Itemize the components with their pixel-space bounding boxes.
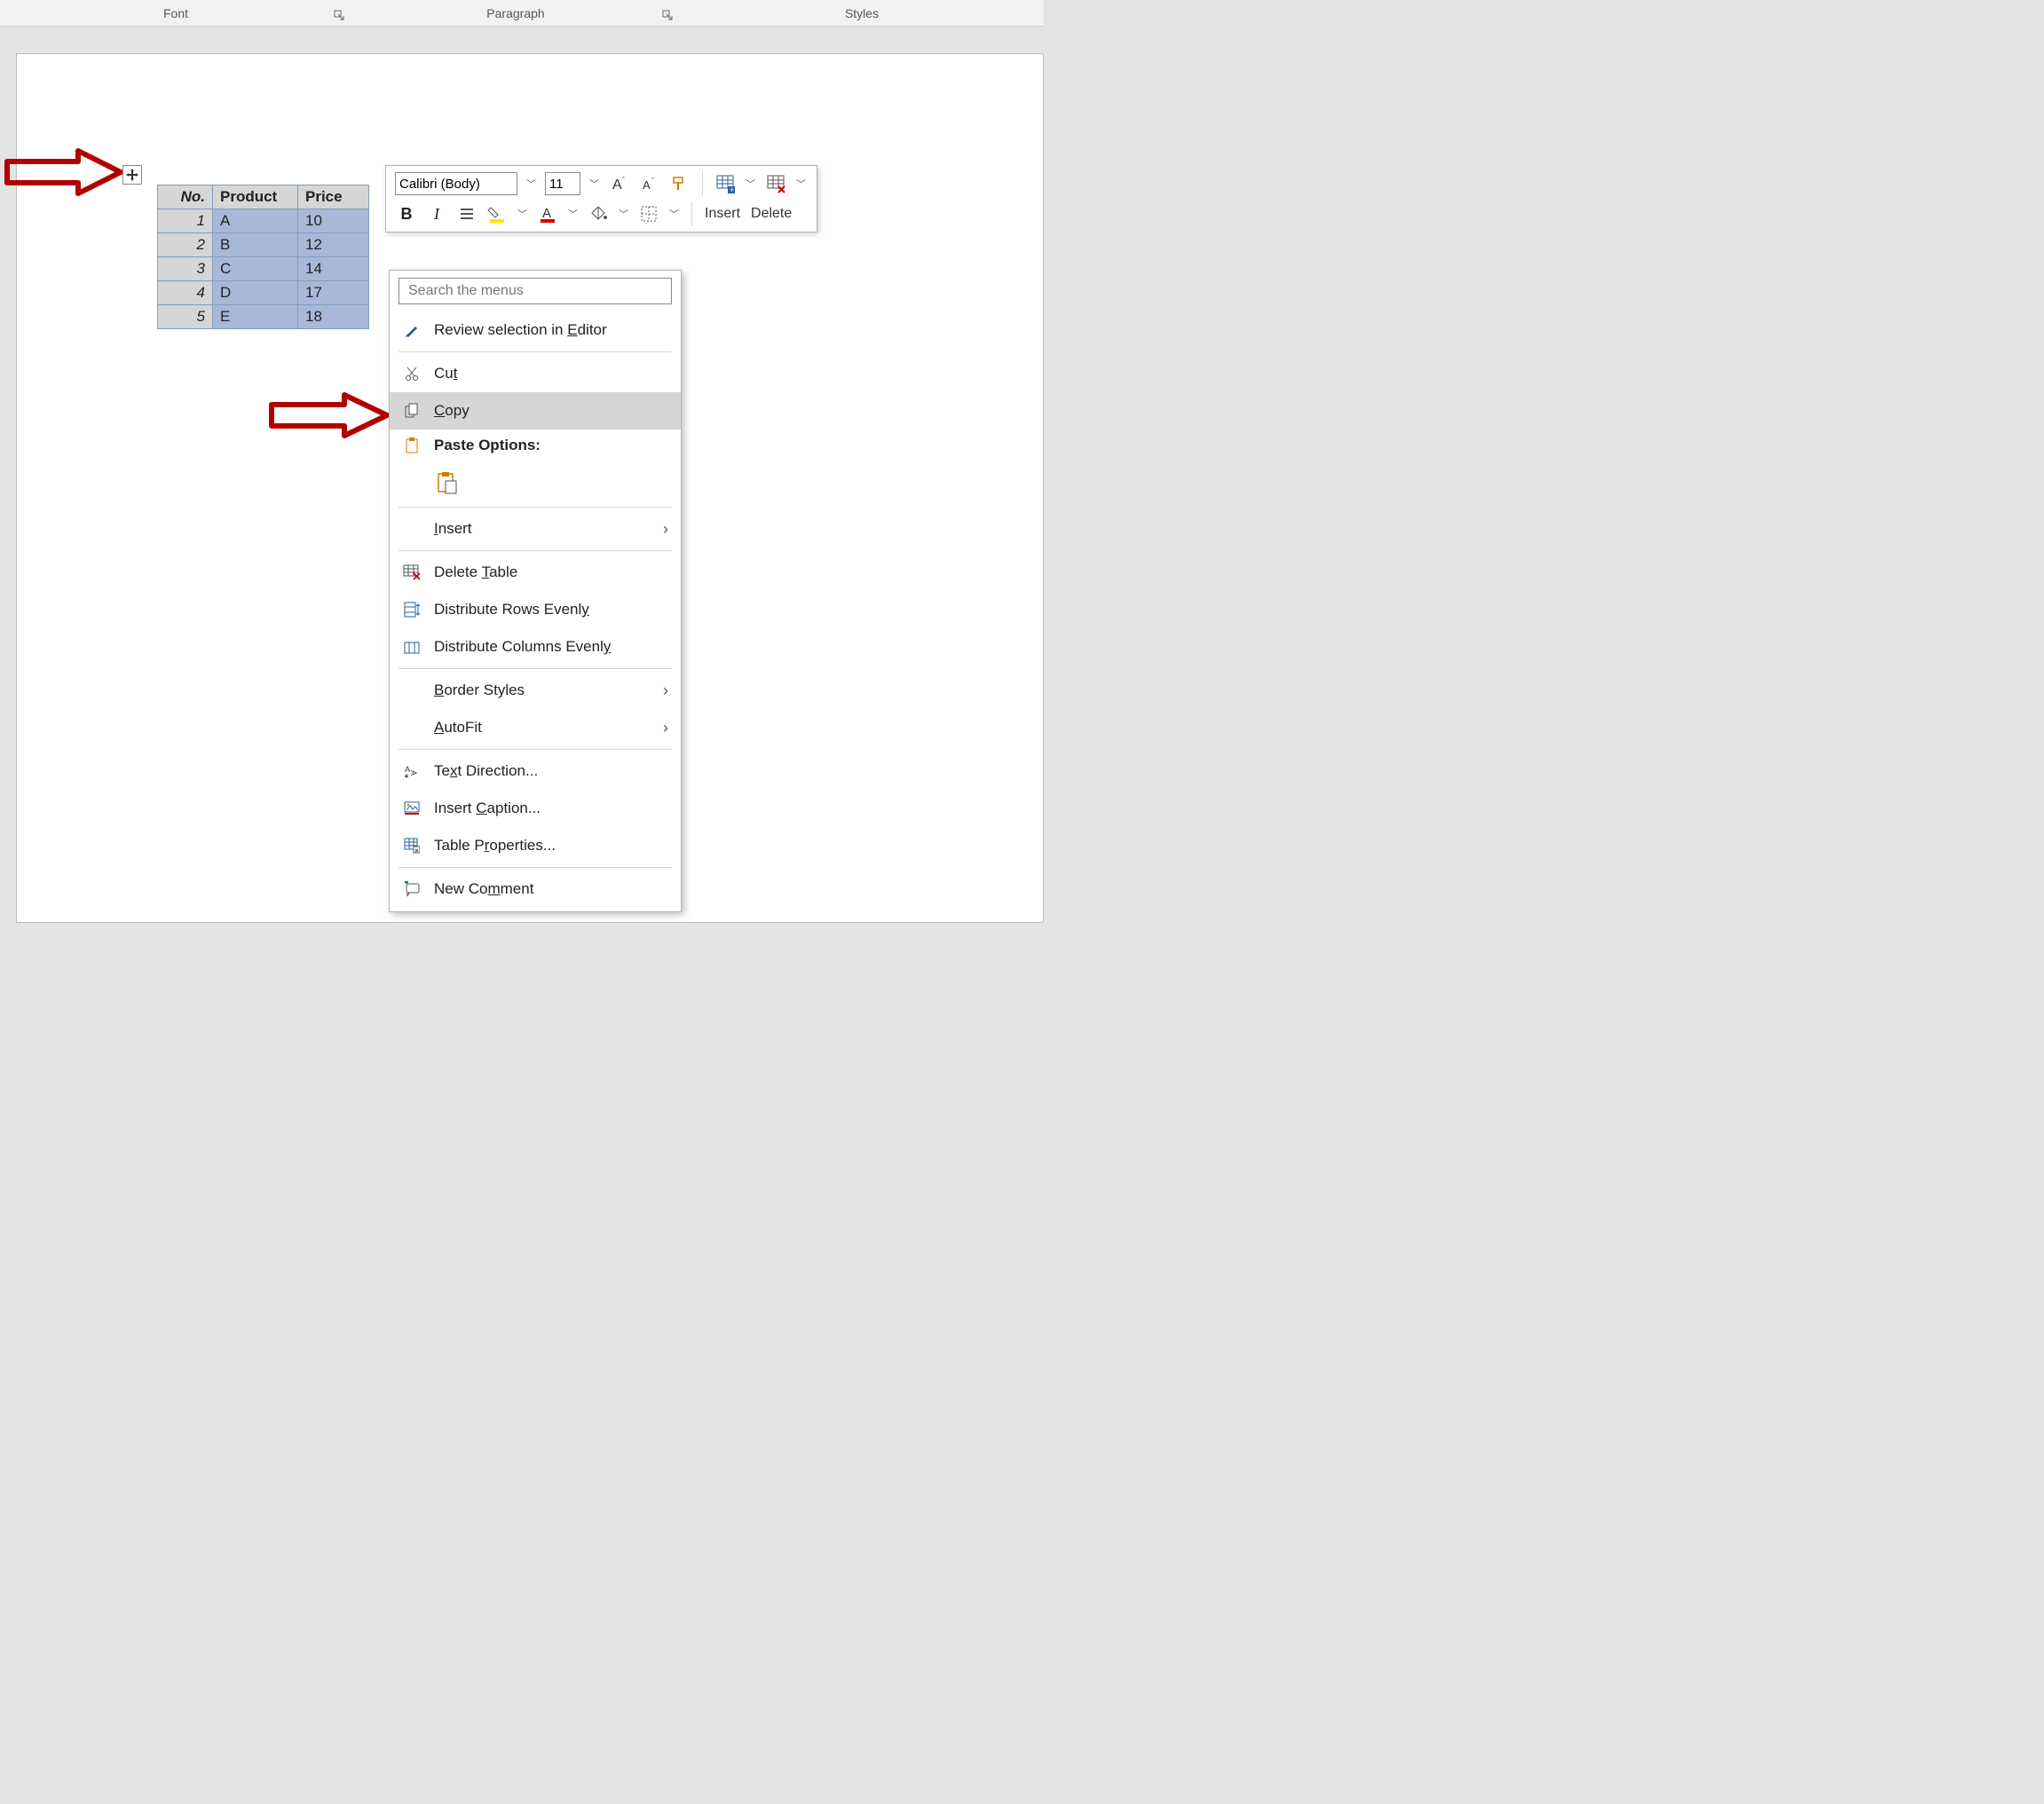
shading-dropdown-icon[interactable]: ﹀ bbox=[617, 207, 630, 221]
menu-item-distribute-rows[interactable]: Distribute Rows Evenly bbox=[390, 591, 681, 628]
menu-item-insert[interactable]: Insert › bbox=[390, 510, 681, 548]
menu-item-text-direction[interactable]: AA Text Direction... bbox=[390, 752, 681, 790]
table-row: 3 C 14 bbox=[158, 257, 369, 281]
paragraph-dialog-launcher-icon[interactable] bbox=[662, 10, 673, 20]
copy-icon bbox=[402, 403, 422, 419]
distribute-rows-icon bbox=[402, 602, 422, 618]
ribbon-group-font-label: Font bbox=[163, 6, 188, 20]
borders-dropdown-icon[interactable]: ﹀ bbox=[667, 207, 681, 221]
context-menu: Review selection in Editor Cut Copy Past… bbox=[389, 270, 682, 912]
align-button[interactable] bbox=[455, 201, 478, 226]
shrink-font-button[interactable]: Aˇ bbox=[638, 171, 661, 196]
chevron-right-icon: › bbox=[663, 520, 668, 539]
menu-item-copy[interactable]: Copy bbox=[390, 392, 681, 429]
menu-item-insert-caption[interactable]: Insert Caption... bbox=[390, 790, 681, 827]
table-properties-icon bbox=[402, 838, 422, 854]
font-name-input[interactable] bbox=[395, 172, 517, 195]
menu-item-new-comment[interactable]: New Comment bbox=[390, 870, 681, 908]
insert-table-button[interactable]: + bbox=[714, 171, 737, 196]
text-direction-icon: AA bbox=[402, 763, 422, 779]
menu-item-delete-table[interactable]: Delete Table bbox=[390, 554, 681, 591]
mini-toolbar: ﹀ ﹀ Aˆ Aˇ + ﹀ ﹀ B I ﹀ A ﹀ ﹀ ﹀ Insert Del… bbox=[385, 165, 817, 232]
svg-text:A: A bbox=[542, 206, 551, 221]
svg-text:A: A bbox=[643, 178, 651, 192]
menu-item-paste-options: Paste Options: bbox=[390, 429, 681, 461]
svg-text:A: A bbox=[409, 770, 418, 776]
grow-font-button[interactable]: Aˆ bbox=[608, 171, 631, 196]
paste-keep-source-button[interactable] bbox=[434, 470, 459, 495]
svg-text:+: + bbox=[730, 185, 734, 193]
svg-text:ˇ: ˇ bbox=[651, 177, 654, 185]
table-row: 2 B 12 bbox=[158, 233, 369, 257]
new-comment-icon bbox=[402, 881, 422, 897]
col-header-no[interactable]: No. bbox=[158, 185, 213, 209]
italic-button[interactable]: I bbox=[425, 201, 448, 226]
svg-text:A: A bbox=[612, 177, 622, 193]
font-size-input[interactable] bbox=[545, 172, 580, 195]
distribute-cols-icon bbox=[402, 639, 422, 655]
insert-label[interactable]: Insert bbox=[703, 206, 742, 222]
font-color-button[interactable]: A bbox=[536, 201, 559, 226]
col-header-price[interactable]: Price bbox=[298, 185, 369, 209]
table-row: 4 D 17 bbox=[158, 281, 369, 305]
chevron-right-icon: › bbox=[663, 719, 668, 737]
table-row: 1 A 10 bbox=[158, 209, 369, 233]
scissors-icon bbox=[402, 366, 422, 382]
menu-item-cut[interactable]: Cut bbox=[390, 355, 681, 392]
ribbon-group-styles-label: Styles bbox=[845, 6, 879, 20]
editor-icon bbox=[402, 322, 422, 338]
table-move-handle[interactable] bbox=[122, 165, 142, 185]
data-table[interactable]: No. Product Price 1 A 10 2 B 12 3 C 14 4… bbox=[157, 185, 369, 329]
delete-table-button[interactable] bbox=[764, 171, 787, 196]
menu-item-table-properties[interactable]: Table Properties... bbox=[390, 827, 681, 864]
font-name-dropdown-icon[interactable]: ﹀ bbox=[525, 177, 538, 191]
font-size-dropdown-icon[interactable]: ﹀ bbox=[588, 177, 601, 191]
menu-item-distribute-cols[interactable]: Distribute Columns Evenly bbox=[390, 628, 681, 666]
ribbon-group-paragraph-label: Paragraph bbox=[486, 6, 544, 20]
col-header-product[interactable]: Product bbox=[213, 185, 298, 209]
table-row: 5 E 18 bbox=[158, 305, 369, 329]
format-painter-button[interactable] bbox=[668, 171, 691, 196]
menu-item-autofit[interactable]: AutoFit › bbox=[390, 709, 681, 746]
menu-item-review-editor[interactable]: Review selection in Editor bbox=[390, 311, 681, 349]
ribbon-group-labels: Font Paragraph Styles bbox=[0, 0, 1044, 27]
chevron-right-icon: › bbox=[663, 681, 668, 700]
font-dialog-launcher-icon[interactable] bbox=[334, 10, 344, 20]
svg-text:ˆ: ˆ bbox=[622, 176, 625, 185]
font-color-dropdown-icon[interactable]: ﹀ bbox=[566, 207, 580, 221]
shading-button[interactable] bbox=[587, 201, 610, 226]
insert-table-dropdown-icon[interactable]: ﹀ bbox=[744, 177, 757, 191]
delete-table-dropdown-icon[interactable]: ﹀ bbox=[794, 177, 808, 191]
borders-button[interactable] bbox=[637, 201, 660, 226]
menu-item-border-styles[interactable]: Border Styles › bbox=[390, 672, 681, 709]
clipboard-icon bbox=[402, 437, 422, 454]
bold-button[interactable]: B bbox=[395, 201, 418, 226]
caption-icon bbox=[402, 801, 422, 815]
delete-label[interactable]: Delete bbox=[749, 206, 793, 222]
highlight-button[interactable] bbox=[485, 201, 509, 226]
menu-search-input[interactable] bbox=[399, 278, 672, 304]
highlight-dropdown-icon[interactable]: ﹀ bbox=[516, 207, 529, 221]
delete-table-icon bbox=[402, 564, 422, 580]
